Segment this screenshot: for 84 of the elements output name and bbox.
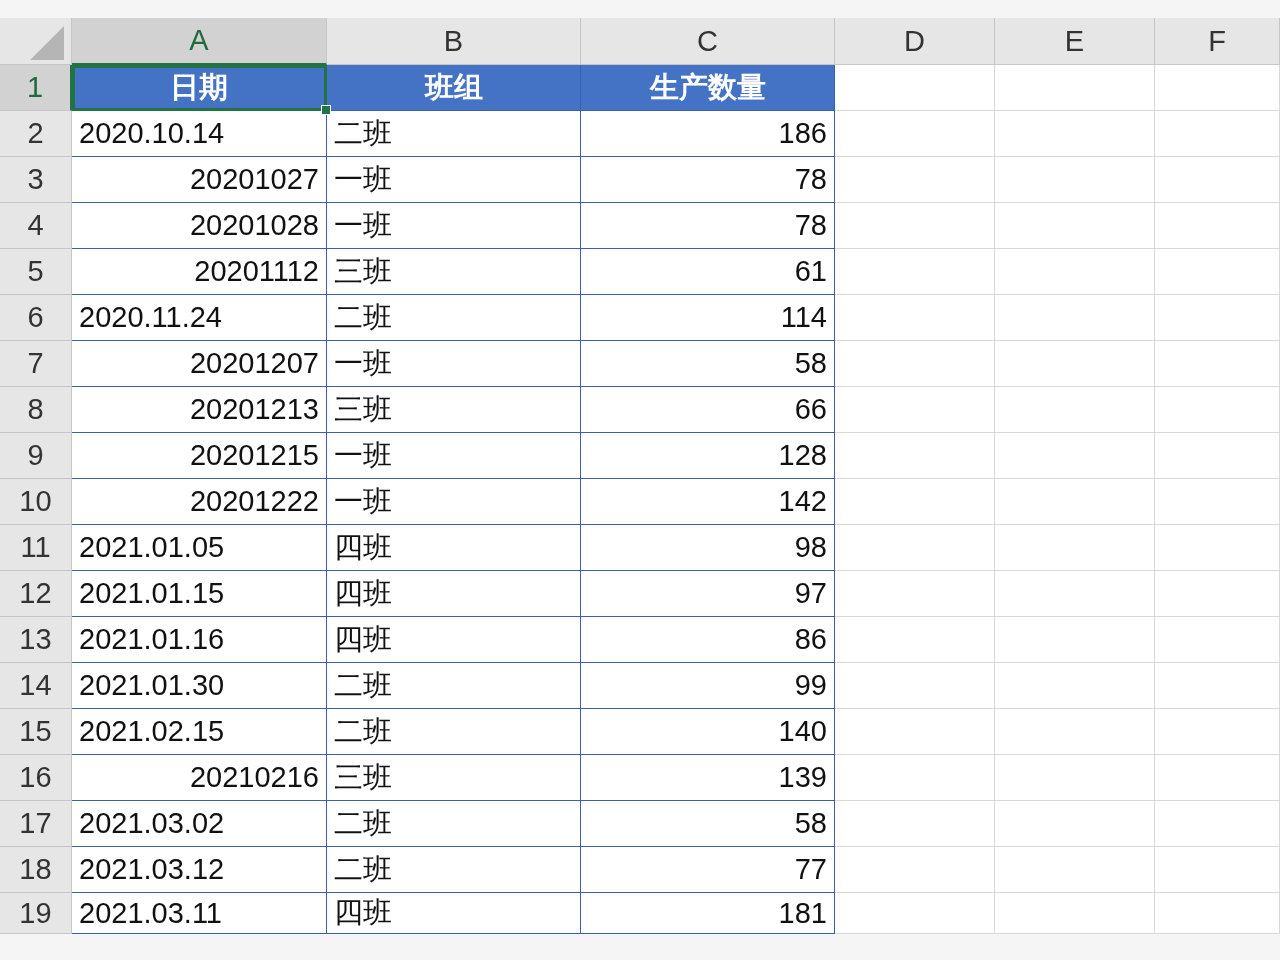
column-header[interactable]: E xyxy=(995,18,1155,65)
table-cell: 2021.01.15 xyxy=(72,571,327,617)
table-cell: 97 xyxy=(581,571,835,617)
table-cell: 20201112 xyxy=(72,249,327,295)
table-cell: 78 xyxy=(581,203,835,249)
row-header[interactable]: 10 xyxy=(0,479,72,525)
row-header[interactable]: 17 xyxy=(0,801,72,847)
table-cell: 78 xyxy=(581,157,835,203)
table-cell: 114 xyxy=(581,295,835,341)
row-header[interactable]: 9 xyxy=(0,433,72,479)
table-cell: 二班 xyxy=(327,709,581,755)
table-cell: 一班 xyxy=(327,203,581,249)
column-header[interactable]: C xyxy=(581,18,835,65)
table-cell: 86 xyxy=(581,617,835,663)
row-header[interactable]: 19 xyxy=(0,893,72,934)
table-cell: 2021.03.02 xyxy=(72,801,327,847)
row-header[interactable]: 18 xyxy=(0,847,72,893)
table-cell: 99 xyxy=(581,663,835,709)
row-header[interactable]: 16 xyxy=(0,755,72,801)
row-header[interactable]: 6 xyxy=(0,295,72,341)
table-cell: 四班 xyxy=(327,893,581,934)
row-header[interactable]: 5 xyxy=(0,249,72,295)
table-cell: 142 xyxy=(581,479,835,525)
table-cell: 58 xyxy=(581,801,835,847)
row-header[interactable]: 1 xyxy=(0,65,72,111)
row-header[interactable]: 2 xyxy=(0,111,72,157)
table-cell: 四班 xyxy=(327,571,581,617)
table-cell: 二班 xyxy=(327,801,581,847)
row-header[interactable]: 8 xyxy=(0,387,72,433)
table-cell: 20201027 xyxy=(72,157,327,203)
table-cell: 一班 xyxy=(327,433,581,479)
table-cell: 20201222 xyxy=(72,479,327,525)
table-cell: 三班 xyxy=(327,755,581,801)
row-header[interactable]: 14 xyxy=(0,663,72,709)
row-header[interactable]: 3 xyxy=(0,157,72,203)
row-header[interactable]: 11 xyxy=(0,525,72,571)
table-cell: 二班 xyxy=(327,663,581,709)
table-cell: 2020.11.24 xyxy=(72,295,327,341)
table-cell: 20201207 xyxy=(72,341,327,387)
header-cell[interactable]: 班组 xyxy=(327,65,581,111)
table-cell: 一班 xyxy=(327,479,581,525)
table-cell: 2021.01.16 xyxy=(72,617,327,663)
table-cell: 139 xyxy=(581,755,835,801)
table-cell: 二班 xyxy=(327,847,581,893)
table-cell: 一班 xyxy=(327,157,581,203)
table-cell: 20201213 xyxy=(72,387,327,433)
table-cell: 四班 xyxy=(327,617,581,663)
table-cell: 2020.10.14 xyxy=(72,111,327,157)
column-header[interactable]: D xyxy=(835,18,995,65)
table-cell: 三班 xyxy=(327,387,581,433)
table-cell: 2021.01.05 xyxy=(72,525,327,571)
select-all-corner[interactable] xyxy=(0,18,72,65)
table-cell: 20201028 xyxy=(72,203,327,249)
select-all-icon[interactable] xyxy=(30,26,64,60)
table-cell: 二班 xyxy=(327,111,581,157)
table-cell: 二班 xyxy=(327,295,581,341)
table-cell: 2021.03.11 xyxy=(72,893,327,934)
table-cell: 2021.02.15 xyxy=(72,709,327,755)
table-cell: 三班 xyxy=(327,249,581,295)
row-header[interactable]: 4 xyxy=(0,203,72,249)
table-cell: 58 xyxy=(581,341,835,387)
table-cell: 98 xyxy=(581,525,835,571)
table-cell: 四班 xyxy=(327,525,581,571)
table-cell: 128 xyxy=(581,433,835,479)
table-cell: 2021.03.12 xyxy=(72,847,327,893)
table-cell: 一班 xyxy=(327,341,581,387)
column-header[interactable]: B xyxy=(327,18,581,65)
table-cell: 20201215 xyxy=(72,433,327,479)
table-cell: 61 xyxy=(581,249,835,295)
table-cell: 66 xyxy=(581,387,835,433)
table-cell: 77 xyxy=(581,847,835,893)
header-cell[interactable]: 生产数量 xyxy=(581,65,835,111)
table-cell: 186 xyxy=(581,111,835,157)
table-cell: 2021.01.30 xyxy=(72,663,327,709)
row-header[interactable]: 7 xyxy=(0,341,72,387)
fill-handle[interactable] xyxy=(321,105,331,115)
column-header[interactable]: A xyxy=(72,18,327,65)
table-cell: 140 xyxy=(581,709,835,755)
column-header[interactable]: F xyxy=(1155,18,1280,65)
table-cell: 20210216 xyxy=(72,755,327,801)
table-cell: 181 xyxy=(581,893,835,934)
row-header[interactable]: 13 xyxy=(0,617,72,663)
row-header[interactable]: 12 xyxy=(0,571,72,617)
row-header[interactable]: 15 xyxy=(0,709,72,755)
